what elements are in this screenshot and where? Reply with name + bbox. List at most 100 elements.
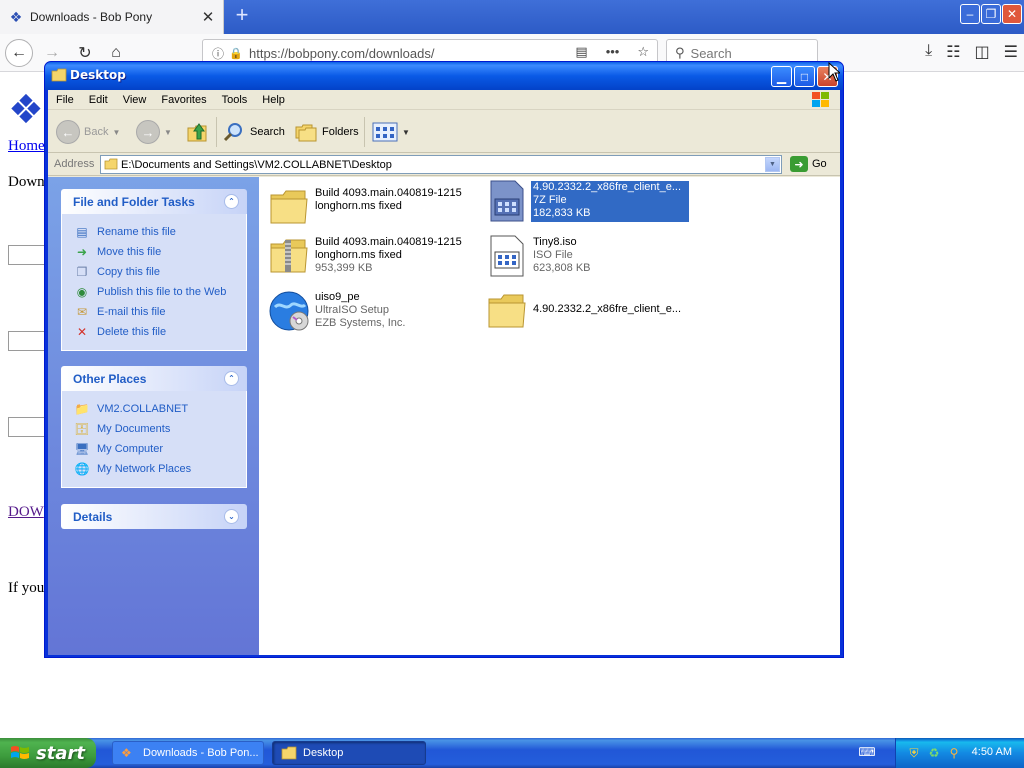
views-button[interactable]: ▼ — [372, 119, 410, 145]
search-button[interactable]: Search — [222, 119, 285, 145]
file-tile[interactable]: uiso9_pe UltraISO Setup EZB Systems, Inc… — [263, 287, 483, 335]
place-my-computer[interactable]: 🖥 My Computer — [74, 439, 246, 459]
browser-close-button[interactable]: ✕ — [1002, 4, 1022, 24]
place-my-network[interactable]: 🌐 My Network Places — [74, 459, 246, 479]
search-tray-icon[interactable]: ⚲ — [946, 745, 962, 761]
file-type: longhorn.ms fixed — [315, 249, 402, 261]
setup-globe-icon — [269, 291, 309, 331]
explorer-body: File Edit View Favorites Tools Help ← Ba… — [48, 90, 840, 655]
security-shield-icon[interactable]: ⛨ — [906, 745, 922, 761]
address-folder-icon — [104, 158, 118, 170]
windows-logo-icon — [812, 92, 829, 107]
file-name: Build 4093.main.040819-1215 — [315, 236, 462, 248]
keyboard-language-icon[interactable]: ⌨ — [858, 745, 876, 761]
browser-restore-button[interactable]: ❐ — [981, 4, 1001, 24]
back-button[interactable]: ← Back ▼ — [56, 119, 120, 145]
download-link-fragment[interactable]: DOW — [8, 504, 44, 521]
task-email[interactable]: ✉ E-mail this file — [74, 302, 246, 322]
details-header[interactable]: Details ⌄ — [61, 504, 247, 529]
menu-file[interactable]: File — [56, 94, 74, 106]
page-input-2[interactable] — [8, 331, 48, 351]
collapse-chevron-icon[interactable]: ⌃ — [224, 194, 239, 209]
address-field[interactable]: E:\Documents and Settings\VM2.COLLABNET\… — [100, 155, 782, 174]
other-places-title: Other Places — [73, 371, 147, 386]
taskbar-item-desktop[interactable]: Desktop — [272, 741, 426, 765]
back-dropdown-icon: ▼ — [112, 127, 121, 137]
file-tile[interactable]: 4.90.2332.2_x86fre_client_e... — [481, 287, 701, 335]
forward-dropdown-icon: ▼ — [164, 127, 172, 137]
other-places-header[interactable]: Other Places ⌃ — [61, 366, 247, 391]
downloads-icon[interactable]: ⤓ — [925, 42, 932, 62]
folders-button[interactable]: Folders — [294, 119, 359, 145]
copy-icon: ❐ — [76, 265, 88, 279]
page-input-3[interactable] — [8, 417, 48, 437]
task-publish[interactable]: ◉ Publish this file to the Web — [74, 282, 246, 302]
browser-back-button[interactable]: ← — [5, 39, 33, 67]
rename-icon: ▤ — [76, 225, 88, 239]
browser-window-controls: – ❐ ✕ — [960, 4, 1022, 24]
up-folder-button[interactable] — [186, 119, 210, 145]
new-tab-button[interactable]: + — [230, 4, 254, 28]
menu-tools[interactable]: Tools — [222, 94, 248, 106]
file-type: 7Z File — [533, 194, 567, 206]
explorer-window: Desktop ▁ □ ✕ File Edit View Favorites T… — [44, 61, 844, 658]
home-link[interactable]: Home — [8, 138, 45, 155]
menu-favorites[interactable]: Favorites — [161, 94, 206, 106]
menu-help[interactable]: Help — [262, 94, 285, 106]
email-icon: ✉ — [76, 305, 88, 319]
downloads-heading-fragment: Down — [8, 174, 45, 190]
address-label: Address — [54, 158, 95, 170]
file-publisher: EZB Systems, Inc. — [315, 317, 406, 329]
task-move[interactable]: ➜ Move this file — [74, 242, 246, 262]
file-tile[interactable]: Tiny8.iso ISO File 623,808 KB — [481, 232, 701, 280]
menu-icon[interactable]: ☰ — [1004, 42, 1018, 62]
go-arrow-icon: ➜ — [790, 156, 808, 172]
start-label: start — [36, 742, 85, 764]
task-copy[interactable]: ❐ Copy this file — [74, 262, 246, 282]
search-label: Search — [250, 126, 285, 138]
place-my-documents[interactable]: 🗄 My Documents — [74, 419, 246, 439]
browser-tab[interactable]: ❖ Downloads - Bob Pony ✕ — [0, 0, 224, 34]
collapse-chevron-icon[interactable]: ⌃ — [224, 371, 239, 386]
lock-icon[interactable]: 🔒 — [227, 47, 245, 60]
start-button[interactable]: start — [0, 738, 96, 768]
folders-icon — [295, 124, 317, 142]
minimize-button[interactable]: ▁ — [771, 66, 792, 87]
file-tile[interactable]: Build 4093.main.040819-1215 longhorn.ms … — [263, 232, 483, 280]
forward-button[interactable]: → ▼ — [136, 119, 172, 145]
file-name: 4.90.2332.2_x86fre_client_e... — [533, 303, 682, 315]
bookmark-star-icon[interactable]: ☆ — [637, 44, 649, 60]
sidebar-icon[interactable]: ◫ — [975, 42, 990, 62]
reader-view-icon[interactable]: ▤ — [575, 44, 587, 60]
file-folder-tasks-header[interactable]: File and Folder Tasks ⌃ — [61, 189, 247, 214]
search-placeholder: Search — [690, 45, 732, 61]
folders-label: Folders — [322, 126, 359, 138]
page-input-1[interactable] — [8, 245, 48, 265]
task-delete[interactable]: ✕ Delete this file — [74, 322, 246, 342]
menu-bar: File Edit View Favorites Tools Help — [48, 90, 840, 110]
my-documents-icon: 🗄 — [74, 422, 90, 436]
page-actions-icon[interactable]: ••• — [606, 44, 620, 60]
details-title: Details — [73, 509, 113, 524]
file-name: Build 4093.main.040819-1215 — [315, 187, 462, 199]
explorer-title-bar[interactable]: Desktop ▁ □ ✕ — [45, 62, 843, 90]
task-rename[interactable]: ▤ Rename this file — [74, 222, 246, 242]
up-folder-icon — [187, 123, 207, 142]
go-button[interactable]: ➜ Go — [790, 156, 827, 172]
network-icon[interactable]: ♻ — [926, 745, 942, 761]
taskbar-item-browser[interactable]: ❖ Downloads - Bob Pon... — [112, 741, 264, 765]
expand-chevron-icon[interactable]: ⌄ — [224, 509, 239, 524]
info-icon[interactable]: ⓘ — [209, 45, 227, 62]
menu-edit[interactable]: Edit — [89, 94, 108, 106]
menu-view[interactable]: View — [123, 94, 147, 106]
browser-minimize-button[interactable]: – — [960, 4, 980, 24]
file-tile-selected[interactable]: 4.90.2332.2_x86fre_client_e... 7Z File 1… — [481, 177, 701, 225]
library-icon[interactable]: ☷ — [946, 42, 960, 62]
file-name: Tiny8.iso — [533, 236, 577, 248]
tab-close-icon[interactable]: ✕ — [197, 8, 219, 26]
address-dropdown-icon[interactable]: ▼ — [765, 157, 780, 172]
file-tile[interactable]: Build 4093.main.040819-1215 longhorn.ms … — [263, 183, 483, 231]
folder-icon: 📁 — [74, 402, 90, 416]
maximize-button[interactable]: □ — [794, 66, 815, 87]
place-vm2-collabnet[interactable]: 📁 VM2.COLLABNET — [74, 399, 246, 419]
